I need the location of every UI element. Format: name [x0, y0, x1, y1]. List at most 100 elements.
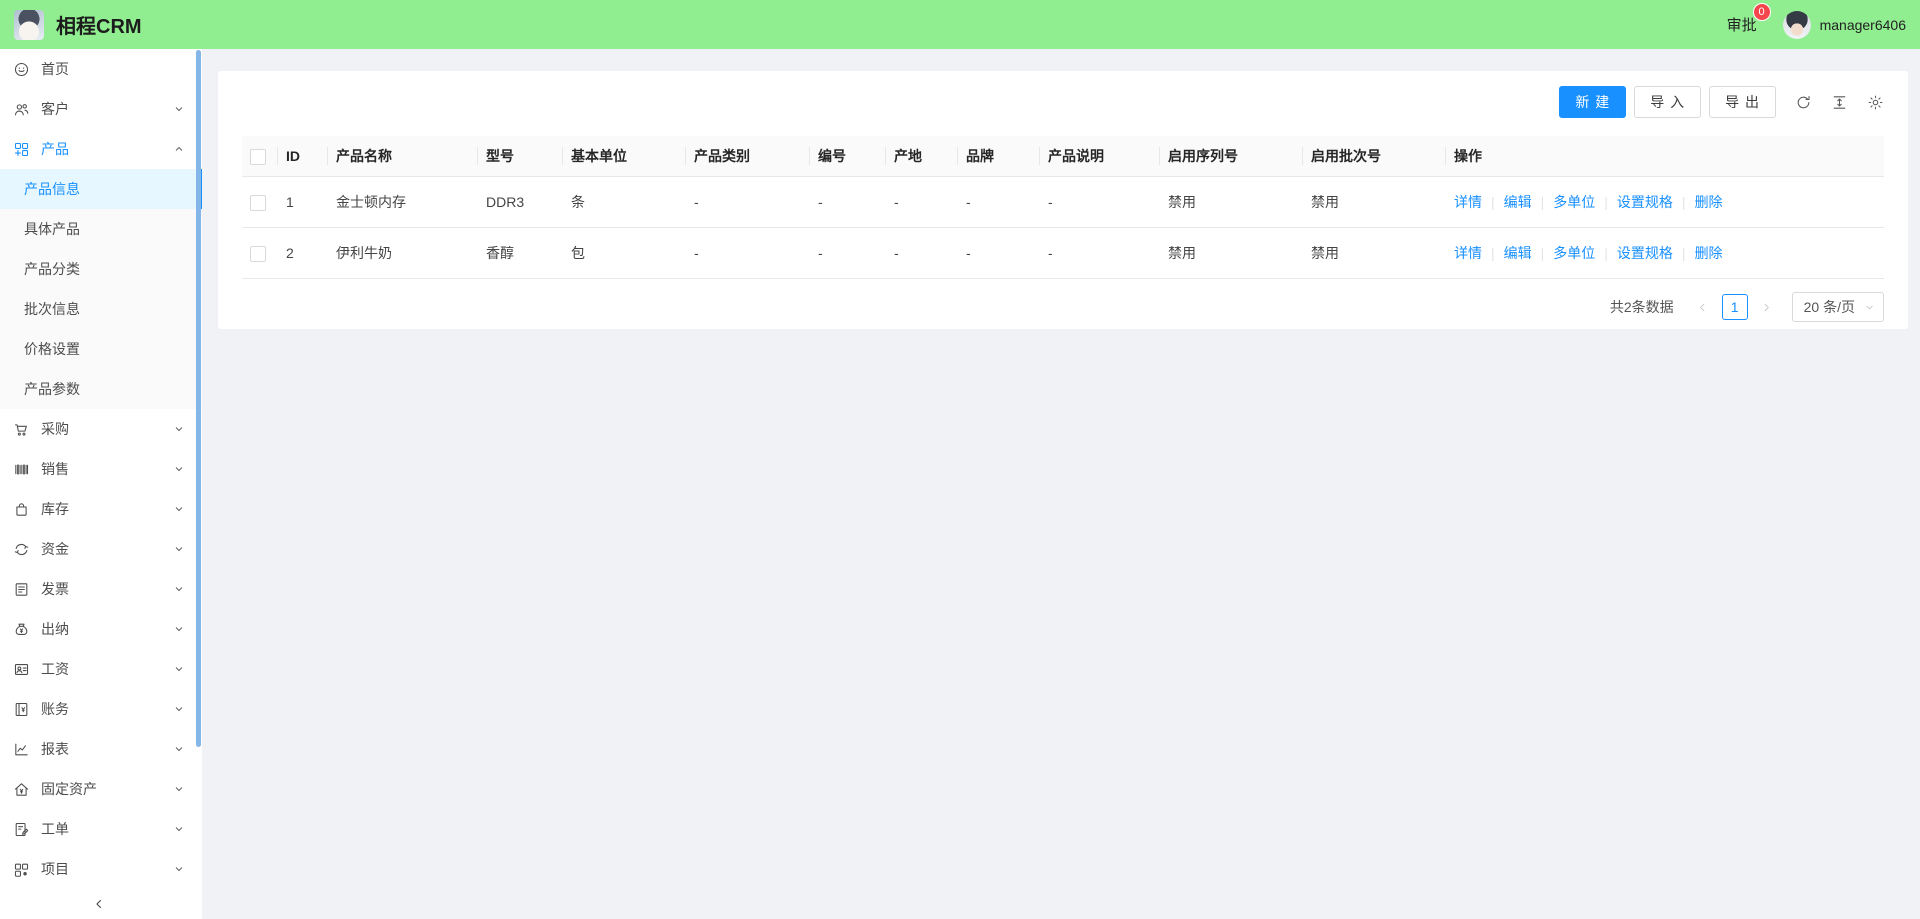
action-multi-unit-link[interactable]: 多单位 [1553, 245, 1595, 261]
cell-product-name: 金士顿内存 [328, 177, 478, 228]
sidebar-item-products[interactable]: 产品 [0, 129, 202, 169]
sidebar-item-label: 发票 [41, 579, 173, 599]
cell-id: 1 [278, 177, 328, 228]
sidebar-item-label: 账务 [41, 699, 173, 719]
sidebar-item-salary[interactable]: 工资 [0, 649, 202, 689]
pagination: 共2条数据 1 20 条/页 [242, 279, 1884, 335]
cell-origin: - [886, 177, 958, 228]
page-size-select[interactable]: 20 条/页 [1792, 292, 1884, 322]
username[interactable]: manager6406 [1820, 17, 1906, 33]
action-separator: | [1604, 194, 1608, 210]
sidebar-item-home[interactable]: 首页 [0, 49, 202, 89]
sub-item-label: 产品参数 [24, 379, 80, 399]
sidebar-item-reports[interactable]: 报表 [0, 729, 202, 769]
sidebar-item-label: 产品 [41, 139, 173, 159]
select-all-checkbox[interactable] [250, 149, 266, 165]
main-content: 产品名称: 搜 索 重 置 新 建 导 入 导 出 ID [202, 0, 1920, 329]
pagination-prev-button[interactable] [1692, 302, 1714, 313]
sidebar: 首页 客户 产品 产品信息 具体产品 产品分类 批次信息 价格设置 产品参数 采… [0, 49, 202, 919]
cell-product-name: 伊利牛奶 [328, 228, 478, 279]
product-table: ID 产品名称 型号 基本单位 产品类别 编号 产地 品牌 产品说明 启用序列号… [242, 136, 1884, 279]
sidebar-item-label: 出纳 [41, 619, 173, 639]
projects-icon [13, 861, 30, 878]
sidebar-item-inventory[interactable]: 库存 [0, 489, 202, 529]
sidebar-collapse-button[interactable] [0, 889, 197, 919]
funds-icon [13, 541, 30, 558]
column-header-batch-enabled: 启用批次号 [1303, 136, 1446, 177]
new-button[interactable]: 新 建 [1559, 86, 1626, 118]
settings-gear-icon[interactable] [1867, 94, 1884, 111]
chevron-down-icon [1864, 302, 1875, 313]
column-header-model: 型号 [478, 136, 563, 177]
page-size-value: 20 条/页 [1804, 299, 1855, 315]
chevron-down-icon [173, 103, 185, 115]
action-detail-link[interactable]: 详情 [1454, 194, 1482, 210]
pagination-next-button[interactable] [1756, 302, 1778, 313]
sidebar-item-funds[interactable]: 资金 [0, 529, 202, 569]
sub-item-label: 具体产品 [24, 219, 80, 239]
products-submenu: 产品信息 具体产品 产品分类 批次信息 价格设置 产品参数 [0, 169, 202, 409]
sidebar-item-label: 资金 [41, 539, 173, 559]
approval-link[interactable]: 审批 0 [1727, 14, 1757, 35]
column-header-category: 产品类别 [686, 136, 810, 177]
sidebar-item-cashier[interactable]: 出纳 [0, 609, 202, 649]
action-separator: | [1604, 245, 1608, 261]
action-delete-link[interactable]: 删除 [1695, 245, 1723, 261]
sidebar-item-label: 项目 [41, 859, 173, 879]
cell-batch-enabled: 禁用 [1303, 228, 1446, 279]
refresh-icon[interactable] [1795, 94, 1812, 111]
column-header-code: 编号 [810, 136, 886, 177]
sidebar-item-invoice[interactable]: 发票 [0, 569, 202, 609]
action-set-spec-link[interactable]: 设置规格 [1617, 194, 1673, 210]
cell-code: - [810, 177, 886, 228]
import-button[interactable]: 导 入 [1634, 86, 1701, 118]
action-edit-link[interactable]: 编辑 [1504, 194, 1532, 210]
sidebar-item-accounting[interactable]: 账务 [0, 689, 202, 729]
sidebar-item-label: 采购 [41, 419, 173, 439]
action-multi-unit-link[interactable]: 多单位 [1553, 194, 1595, 210]
cell-base-unit: 包 [563, 228, 686, 279]
cell-actions: 详情|编辑|多单位|设置规格|删除 [1446, 228, 1884, 279]
table-row: 1 金士顿内存 DDR3 条 - - - - - 禁用 禁用 详情|编辑|多单位… [242, 177, 1884, 228]
cell-batch-enabled: 禁用 [1303, 177, 1446, 228]
column-header-product-name: 产品名称 [328, 136, 478, 177]
sub-item-label: 产品信息 [24, 179, 80, 199]
pagination-page-1[interactable]: 1 [1722, 294, 1748, 320]
table-toolbar: 新 建 导 入 导 出 [242, 86, 1884, 118]
sidebar-item-specific-product[interactable]: 具体产品 [0, 209, 202, 249]
sidebar-item-batch-info[interactable]: 批次信息 [0, 289, 202, 329]
sub-item-label: 价格设置 [24, 339, 80, 359]
sidebar-item-work-order[interactable]: 工单 [0, 809, 202, 849]
action-detail-link[interactable]: 详情 [1454, 245, 1482, 261]
cell-model: DDR3 [478, 177, 563, 228]
sidebar-item-sales[interactable]: 销售 [0, 449, 202, 489]
sidebar-item-label: 报表 [41, 739, 173, 759]
sidebar-item-product-info[interactable]: 产品信息 [0, 169, 202, 209]
sidebar-item-label: 库存 [41, 499, 173, 519]
sidebar-item-customers[interactable]: 客户 [0, 89, 202, 129]
sidebar-scrollbar[interactable] [196, 50, 201, 747]
cell-id: 2 [278, 228, 328, 279]
cashier-icon [13, 621, 30, 638]
export-button[interactable]: 导 出 [1709, 86, 1776, 118]
sidebar-item-fixed-assets[interactable]: 固定资产 [0, 769, 202, 809]
row-checkbox[interactable] [250, 246, 266, 262]
cell-brand: - [958, 177, 1040, 228]
row-checkbox[interactable] [250, 195, 266, 211]
table-row: 2 伊利牛奶 香醇 包 - - - - - 禁用 禁用 详情|编辑|多单位|设置… [242, 228, 1884, 279]
sidebar-item-product-params[interactable]: 产品参数 [0, 369, 202, 409]
column-header-actions: 操作 [1446, 136, 1884, 177]
action-delete-link[interactable]: 删除 [1695, 194, 1723, 210]
sidebar-item-product-category[interactable]: 产品分类 [0, 249, 202, 289]
action-edit-link[interactable]: 编辑 [1504, 245, 1532, 261]
brand: 相程CRM [14, 10, 142, 40]
cell-category: - [686, 177, 810, 228]
user-avatar[interactable] [1783, 11, 1811, 39]
sidebar-item-price-setting[interactable]: 价格设置 [0, 329, 202, 369]
sidebar-item-purchase[interactable]: 采购 [0, 409, 202, 449]
action-separator: | [1491, 194, 1495, 210]
column-height-icon[interactable] [1831, 94, 1848, 111]
cell-serial-enabled: 禁用 [1160, 177, 1303, 228]
action-set-spec-link[interactable]: 设置规格 [1617, 245, 1673, 261]
sidebar-item-projects[interactable]: 项目 [0, 849, 202, 889]
